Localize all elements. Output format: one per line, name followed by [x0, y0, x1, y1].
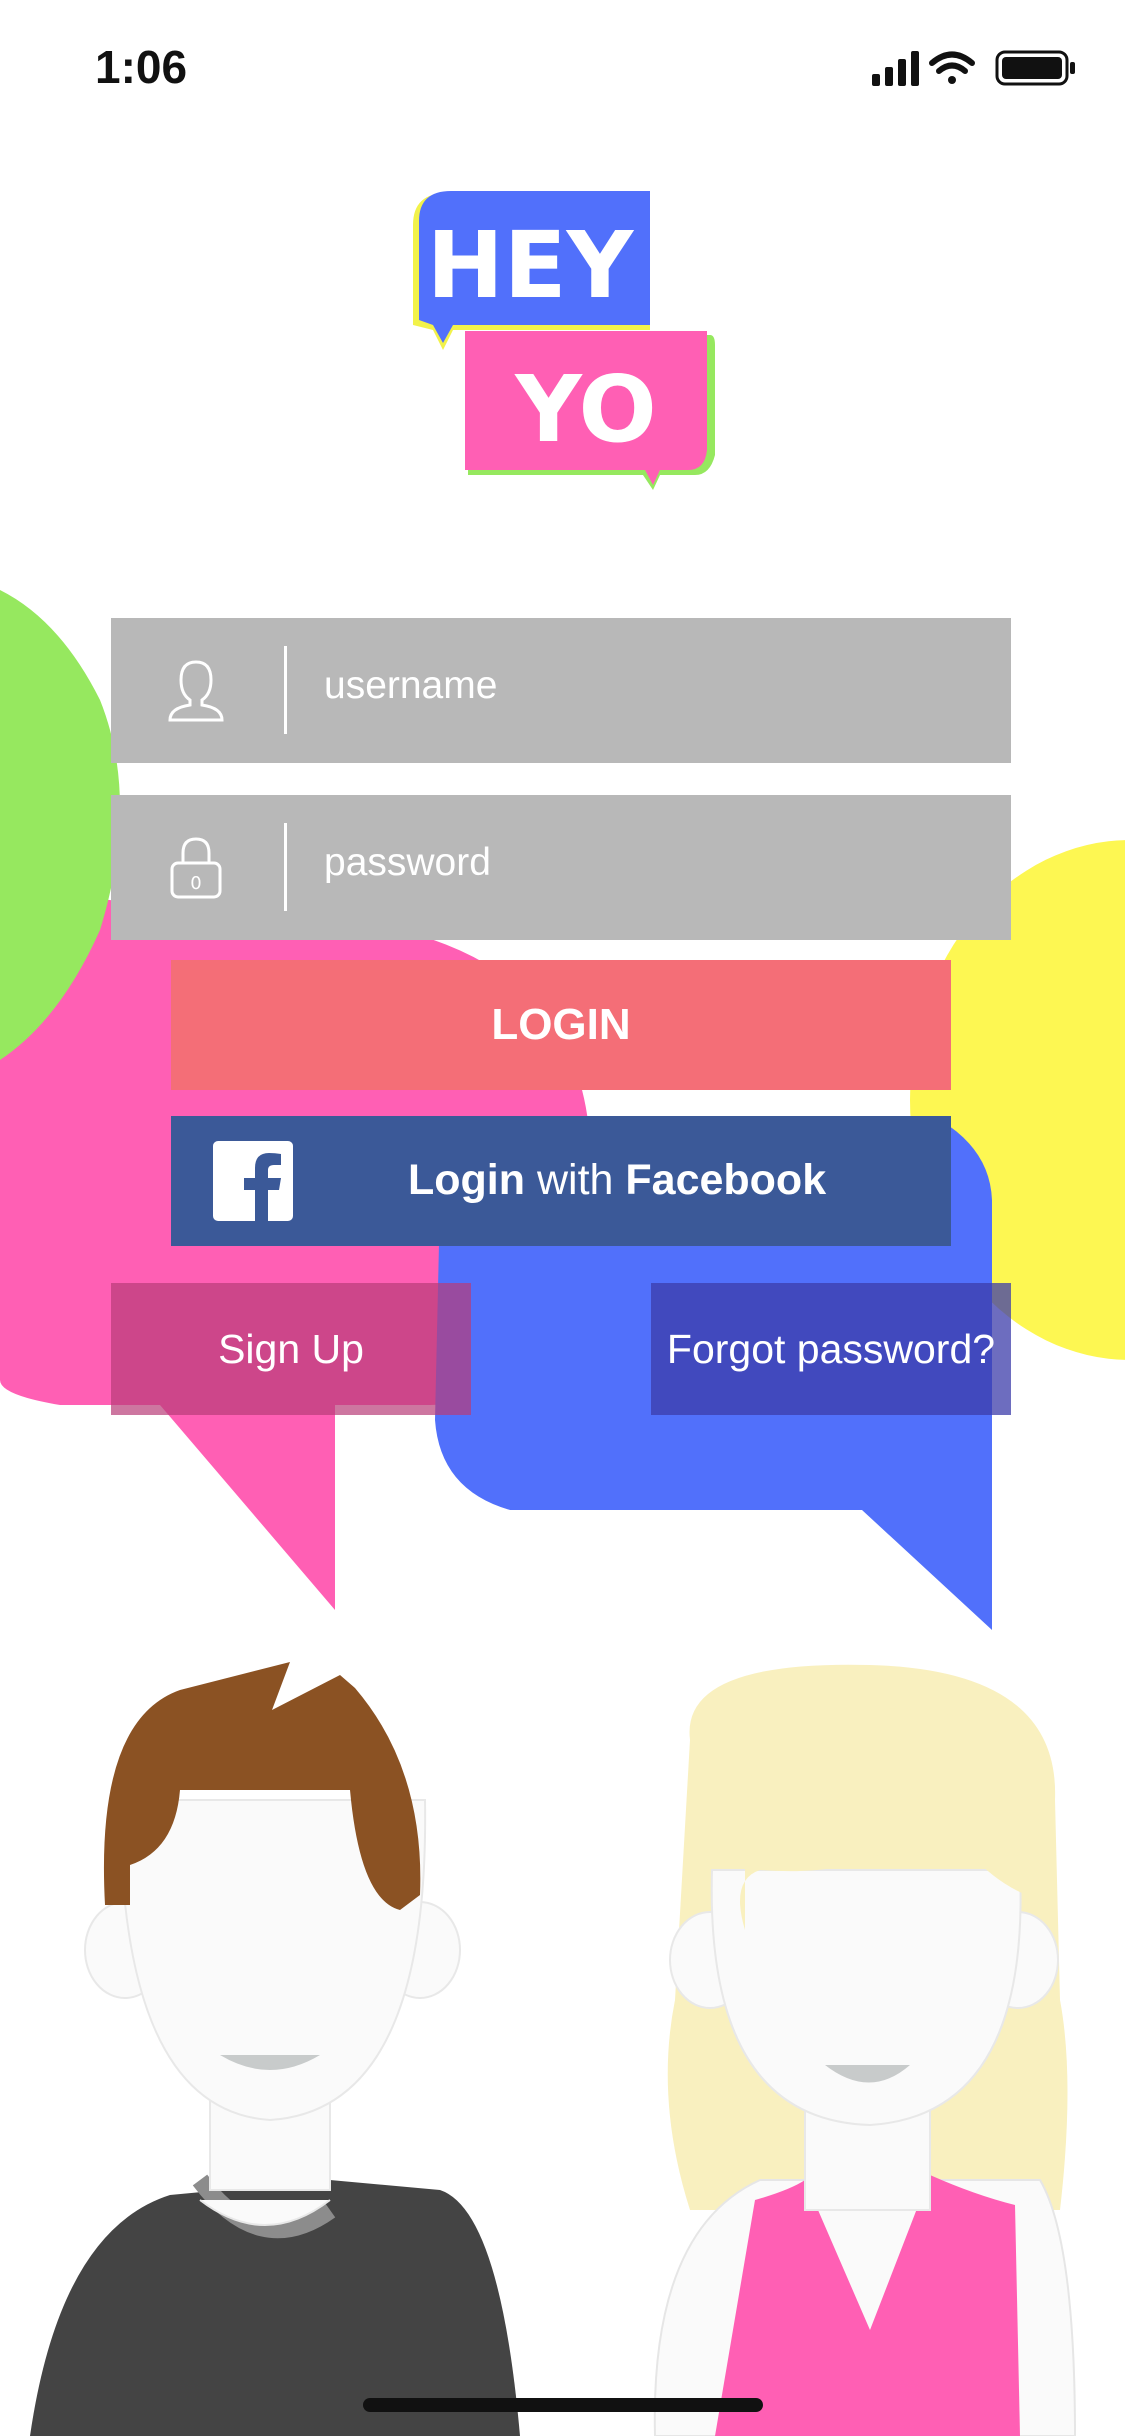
- user-icon: [168, 660, 224, 722]
- username-field[interactable]: username: [111, 618, 1011, 763]
- battery-icon: [995, 50, 1075, 86]
- facebook-brand-text: Facebook: [625, 1156, 827, 1204]
- lock-icon: 0: [170, 837, 222, 899]
- password-divider: [284, 823, 287, 911]
- facebook-logo-icon: [213, 1141, 293, 1221]
- login-button[interactable]: LOGIN: [171, 960, 951, 1090]
- logo-hey-bubble: HEY: [413, 191, 650, 350]
- status-time: 1:06: [95, 41, 188, 93]
- username-divider: [284, 646, 287, 734]
- facebook-login-button[interactable]: Login with Facebook: [171, 1116, 951, 1246]
- home-indicator[interactable]: [363, 2398, 763, 2412]
- password-placeholder: password: [324, 841, 491, 884]
- logo-yo-text: YO: [514, 356, 657, 463]
- girl-illustration: [653, 1664, 1077, 2436]
- signup-button[interactable]: Sign Up: [111, 1283, 471, 1415]
- heyyo-logo: HEY YO: [413, 191, 715, 490]
- forgot-password-button[interactable]: Forgot password?: [651, 1283, 1011, 1415]
- logo-yo-bubble: YO: [465, 331, 715, 490]
- wifi-icon: [929, 51, 975, 84]
- facebook-login-label: Login with Facebook: [408, 1156, 826, 1205]
- signal-icon: [872, 51, 919, 86]
- svg-text:0: 0: [190, 873, 201, 894]
- password-field[interactable]: 0 password: [111, 795, 1011, 940]
- status-icons: [872, 50, 1075, 86]
- facebook-login-mid: with: [525, 1156, 626, 1204]
- username-placeholder: username: [324, 664, 498, 707]
- logo-hey-text: HEY: [427, 212, 635, 319]
- boy-illustration: [30, 1662, 520, 2436]
- facebook-login-prefix: Login: [408, 1156, 526, 1204]
